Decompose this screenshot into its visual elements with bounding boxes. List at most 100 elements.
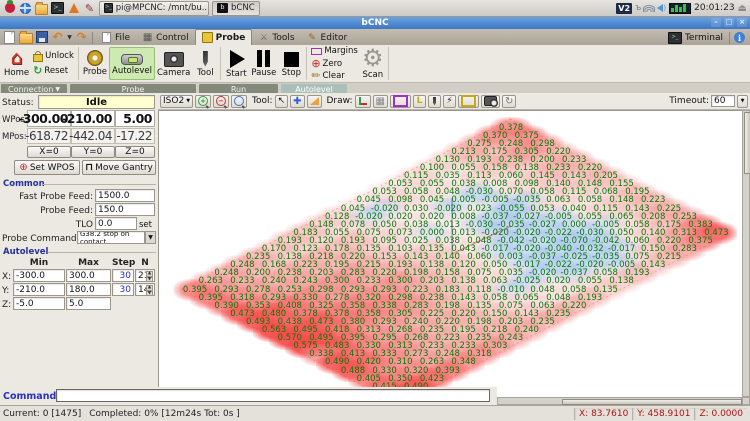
- bluetooth-icon[interactable]: ъ: [635, 3, 641, 13]
- draw-workarea-toggle[interactable]: L: [413, 95, 426, 108]
- file-manager-icon[interactable]: [35, 2, 48, 15]
- gcode-canvas[interactable]: 0.3780.3700.3750.2750.2480.2980.2130.175…: [158, 110, 743, 399]
- canvas-horizontal-scrollbar[interactable]: [497, 397, 742, 405]
- timeout-dropdown-arrow[interactable]: ▼: [737, 95, 748, 108]
- zoom-in-button[interactable]: +: [195, 95, 211, 108]
- x-max-input[interactable]: 300.0: [66, 269, 111, 282]
- maximize-button[interactable]: □: [724, 18, 734, 27]
- tab-control[interactable]: ▦ Control: [136, 30, 195, 45]
- pencil-app-icon[interactable]: ✎: [83, 2, 96, 15]
- y-max-input[interactable]: 180.0: [66, 283, 111, 296]
- tab-tools[interactable]: ⚔ Tools: [252, 30, 300, 45]
- undo-history-dropdown[interactable]: ▼: [66, 30, 73, 44]
- info-icon[interactable]: i: [734, 32, 745, 43]
- v2-tray-badge[interactable]: V2: [616, 3, 632, 14]
- zoom-out-button[interactable]: −: [213, 95, 229, 108]
- redo-button[interactable]: ↷: [74, 30, 89, 44]
- zoom-fit-button[interactable]: [231, 95, 247, 108]
- open-file-button[interactable]: [18, 30, 33, 44]
- home-button[interactable]: ⌂ Home: [2, 47, 31, 80]
- pause-button[interactable]: Pause: [249, 47, 278, 80]
- reset-button[interactable]: ↻ Reset: [31, 64, 76, 78]
- tlo-input[interactable]: 0.0: [95, 217, 137, 230]
- taskbar-window-bcnc[interactable]: b bCNC: [212, 1, 260, 16]
- eject-icon[interactable]: ⏏: [738, 3, 747, 14]
- window-titlebar[interactable]: bCNC – □ ×: [0, 17, 750, 29]
- terminal-tab-icon: >_: [668, 32, 682, 44]
- mpos-z: -17.22: [115, 128, 155, 144]
- cpu-monitor[interactable]: [669, 3, 691, 14]
- tlo-set-button[interactable]: set: [139, 220, 152, 230]
- command-input[interactable]: [56, 389, 490, 402]
- zero-button[interactable]: ⊕ Zero: [309, 59, 359, 69]
- ruler-tool-button[interactable]: [307, 95, 322, 108]
- probe-button[interactable]: Probe: [81, 47, 109, 80]
- draw-paths-toggle[interactable]: [458, 95, 479, 108]
- window-title: bCNC: [361, 18, 388, 28]
- tab-terminal[interactable]: >_ Terminal: [664, 31, 727, 45]
- vertical-scrollbar-thumb[interactable]: [744, 112, 750, 174]
- fast-probe-feed-input[interactable]: 1500.0: [95, 189, 155, 202]
- undo-button[interactable]: ↶: [50, 30, 65, 44]
- draw-grid-toggle[interactable]: ▦: [373, 95, 388, 108]
- camera-button[interactable]: Camera: [155, 47, 192, 80]
- tab-probe[interactable]: Probe: [195, 29, 253, 45]
- close-button[interactable]: ×: [737, 18, 747, 27]
- x-zero-button[interactable]: X=0: [27, 146, 71, 158]
- taskbar-clock[interactable]: 20:01:23: [694, 3, 734, 13]
- unlock-button[interactable]: Unlock: [31, 49, 76, 63]
- taskbar-window-terminal[interactable]: >_ pi@MPCNC: /mnt/bu...: [99, 1, 209, 16]
- x-n-spinner[interactable]: 21 ▲▼: [135, 269, 155, 282]
- probe-command-select[interactable]: G38.2 stop on contact: [77, 231, 145, 244]
- y-n-spinner[interactable]: 14 ▲▼: [135, 283, 155, 296]
- wpos-y[interactable]: -210.00: [71, 110, 115, 127]
- stop-button[interactable]: Stop: [278, 47, 304, 80]
- y-zero-button[interactable]: Y=0: [71, 146, 115, 158]
- timeout-input[interactable]: 60: [711, 95, 735, 107]
- scan-button[interactable]: ⚙ Scan: [360, 47, 386, 80]
- ribbon-group-probe: Probe Autolevel Camera Tool: [79, 45, 220, 82]
- probe-feed-input[interactable]: 150.0: [95, 203, 155, 216]
- save-button[interactable]: [34, 30, 49, 44]
- move-arrows-icon: ✚: [293, 96, 301, 107]
- raspberry-menu-icon[interactable]: [3, 2, 16, 15]
- endmill-icon: [433, 97, 436, 106]
- draw-axes-toggle[interactable]: [355, 95, 371, 108]
- move-gantry-button[interactable]: ⊓ Move Gantry: [82, 160, 156, 175]
- draw-camera-toggle[interactable]: [481, 95, 500, 108]
- canvas-vertical-scrollbar[interactable]: [742, 110, 750, 397]
- clear-button[interactable]: ✏ Clear: [309, 71, 359, 81]
- probe-command-dropdown-arrow[interactable]: ▼: [145, 231, 156, 244]
- draw-rapids-toggle[interactable]: ⚡: [443, 95, 456, 108]
- volume-icon[interactable]: ): [657, 4, 666, 12]
- margins-button[interactable]: Margins: [309, 46, 359, 56]
- set-wpos-button[interactable]: ⊕ Set WPOS: [14, 160, 80, 175]
- spinner-arrows-icon[interactable]: ▲▼: [146, 271, 153, 280]
- wifi-icon[interactable]: [644, 4, 654, 12]
- select-tool-button[interactable]: ↖: [275, 95, 289, 108]
- autolevel-button[interactable]: Autolevel: [109, 47, 155, 80]
- y-min-input[interactable]: -210.0: [13, 283, 65, 296]
- view-select[interactable]: ISO2▼: [160, 95, 193, 108]
- z-min-input[interactable]: -5.0: [13, 297, 65, 310]
- cone-app-icon[interactable]: [67, 2, 80, 15]
- spinner-arrows-icon[interactable]: ▲▼: [146, 285, 153, 294]
- terminal-launcher-icon[interactable]: >_: [51, 2, 64, 15]
- new-file-button[interactable]: [2, 30, 17, 44]
- common-section-label: Common: [3, 179, 45, 189]
- start-button[interactable]: Start: [223, 47, 249, 80]
- draw-probe-toggle[interactable]: [428, 95, 441, 108]
- wpos-z[interactable]: 5.00: [115, 110, 155, 127]
- draw-margins-toggle[interactable]: [390, 95, 411, 108]
- redraw-button[interactable]: ↻: [502, 95, 516, 108]
- minimize-button[interactable]: –: [711, 18, 721, 27]
- z-max-input[interactable]: 5.0: [66, 297, 111, 310]
- x-min-input[interactable]: -300.0: [13, 269, 65, 282]
- z-zero-button[interactable]: Z=0: [115, 146, 155, 158]
- tab-file[interactable]: File: [95, 30, 136, 45]
- browser-icon[interactable]: [19, 2, 32, 15]
- draw-options-label: Draw:: [327, 96, 353, 106]
- tab-editor[interactable]: ✎ Editor: [301, 30, 354, 45]
- tool-button[interactable]: Tool: [192, 47, 218, 80]
- pan-tool-button[interactable]: ✚: [290, 95, 304, 108]
